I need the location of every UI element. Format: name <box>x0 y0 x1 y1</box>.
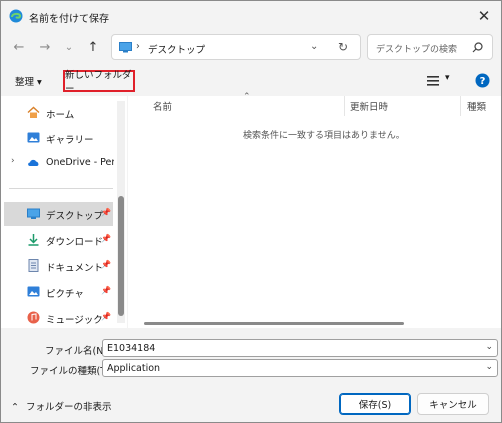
nav-item-desktop[interactable]: デスクトップ 📌 <box>4 202 113 226</box>
hide-folders-toggle[interactable]: ⌃ フォルダーの非表示 <box>11 399 112 413</box>
chevron-up-icon: ⌃ <box>11 402 19 413</box>
filename-combobox[interactable]: E1034184 ⌄ <box>102 339 498 357</box>
music-icon <box>27 311 40 324</box>
nav-item-music[interactable]: ミュージック 📌 <box>1 306 113 330</box>
filename-input[interactable]: E1034184 <box>107 343 155 354</box>
gallery-icon <box>27 132 40 143</box>
search-box[interactable]: デスクトップの検索 <box>367 34 493 60</box>
edge-app-icon <box>9 9 23 23</box>
forward-button[interactable]: → <box>35 37 55 57</box>
recent-locations-button[interactable]: ⌄ <box>59 37 79 57</box>
arrow-left-icon: ← <box>13 39 25 55</box>
address-path: デスクトップ <box>148 45 206 56</box>
title-bar: 名前を付けて保存 ✕ <box>1 1 501 31</box>
nav-item-downloads[interactable]: ダウンロード 📌 <box>1 228 113 252</box>
home-icon <box>27 106 40 118</box>
pin-icon: 📌 <box>101 208 111 217</box>
save-as-dialog: 名前を付けて保存 ✕ ← → ⌄ ↑ › デスクトップ ⌄ ↻ デスクトップの検… <box>0 0 502 423</box>
nav-item-onedrive[interactable]: › OneDrive - Perso <box>1 151 114 175</box>
nav-item-label: ギャラリー <box>46 135 94 146</box>
svg-text:?: ? <box>480 76 486 87</box>
cancel-button[interactable]: キャンセル <box>417 393 489 415</box>
column-header-type[interactable]: 種類 <box>467 99 486 113</box>
download-icon <box>28 234 39 246</box>
close-button[interactable]: ✕ <box>473 5 495 27</box>
filename-label: ファイル名(N): <box>45 346 111 357</box>
view-options-icon[interactable] <box>427 76 439 86</box>
pin-icon: 📌 <box>101 260 111 269</box>
chevron-down-icon[interactable]: ⌄ <box>485 362 493 372</box>
pin-icon: 📌 <box>101 312 111 321</box>
divider <box>9 188 113 189</box>
search-input[interactable]: デスクトップの検索 <box>376 42 457 55</box>
navigation-pane: ホーム ギャラリー › OneDrive - Perso デスクトップ 📌 <box>1 96 127 328</box>
document-icon <box>28 259 39 272</box>
refresh-icon[interactable]: ↻ <box>338 40 348 54</box>
nav-item-label: OneDrive - Perso <box>46 157 114 168</box>
pin-icon: 📌 <box>101 286 111 295</box>
nav-item-label: ダウンロード <box>46 237 104 248</box>
column-divider[interactable] <box>460 96 461 116</box>
nav-item-label: ミュージック <box>46 315 103 326</box>
chevron-right-icon[interactable]: › <box>11 156 15 166</box>
column-divider[interactable] <box>344 96 345 116</box>
window-title: 名前を付けて保存 <box>29 14 109 25</box>
chevron-down-icon: ⌄ <box>64 41 74 53</box>
caret-down-icon: ▾ <box>37 77 42 88</box>
horizontal-scrollbar-thumb[interactable] <box>144 322 404 325</box>
arrow-right-icon: → <box>39 39 51 55</box>
desktop-icon <box>119 42 132 53</box>
pin-icon: 📌 <box>101 234 111 243</box>
desktop-icon <box>27 208 40 219</box>
search-icon <box>472 42 483 53</box>
new-folder-button[interactable]: 新しいフォルダー <box>63 70 135 95</box>
chevron-down-icon[interactable]: ⌄ <box>310 41 318 52</box>
pictures-icon <box>27 286 40 297</box>
filetype-label: ファイルの種類(T): <box>30 366 113 377</box>
empty-message: 検索条件に一致する項目はありません。 <box>243 131 405 141</box>
close-icon: ✕ <box>477 7 491 25</box>
chevron-down-icon[interactable]: ⌄ <box>485 342 493 352</box>
save-button[interactable]: 保存(S) <box>339 393 411 415</box>
nav-item-pictures[interactable]: ピクチャ 📌 <box>1 280 113 304</box>
nav-item-gallery[interactable]: ギャラリー <box>1 126 113 150</box>
arrow-up-icon: ↑ <box>87 39 99 55</box>
nav-item-label: デスクトップ <box>46 211 104 222</box>
nav-item-label: ホーム <box>46 110 75 121</box>
caret-down-icon[interactable]: ▾ <box>445 73 450 83</box>
nav-item-label: ピクチャ <box>46 289 84 300</box>
file-list: ⌃ 名前 更新日時 種類 検索条件に一致する項目はありません。 <box>128 92 501 328</box>
back-button[interactable]: ← <box>9 37 29 57</box>
hide-folders-label: フォルダーの非表示 <box>26 402 112 413</box>
help-icon[interactable]: ? <box>475 73 490 88</box>
nav-item-home[interactable]: ホーム <box>1 101 113 125</box>
sort-ascending-icon: ⌃ <box>243 92 251 102</box>
nav-scrollbar-thumb[interactable] <box>118 196 124 316</box>
column-header-name[interactable]: 名前 <box>153 99 172 113</box>
cloud-icon <box>28 159 39 166</box>
up-button[interactable]: ↑ <box>83 37 103 57</box>
organize-label: 整理 <box>15 77 35 88</box>
filetype-select[interactable]: Application ⌄ <box>102 359 498 377</box>
address-bar[interactable]: › デスクトップ ⌄ ↻ <box>111 34 361 60</box>
nav-item-documents[interactable]: ドキュメント 📌 <box>1 254 113 278</box>
organize-menu[interactable]: 整理 ▾ <box>15 74 42 88</box>
breadcrumb-separator: › <box>136 41 140 52</box>
filetype-value: Application <box>107 363 161 374</box>
column-header-modified[interactable]: 更新日時 <box>350 99 388 113</box>
nav-item-label: ドキュメント <box>46 263 104 274</box>
